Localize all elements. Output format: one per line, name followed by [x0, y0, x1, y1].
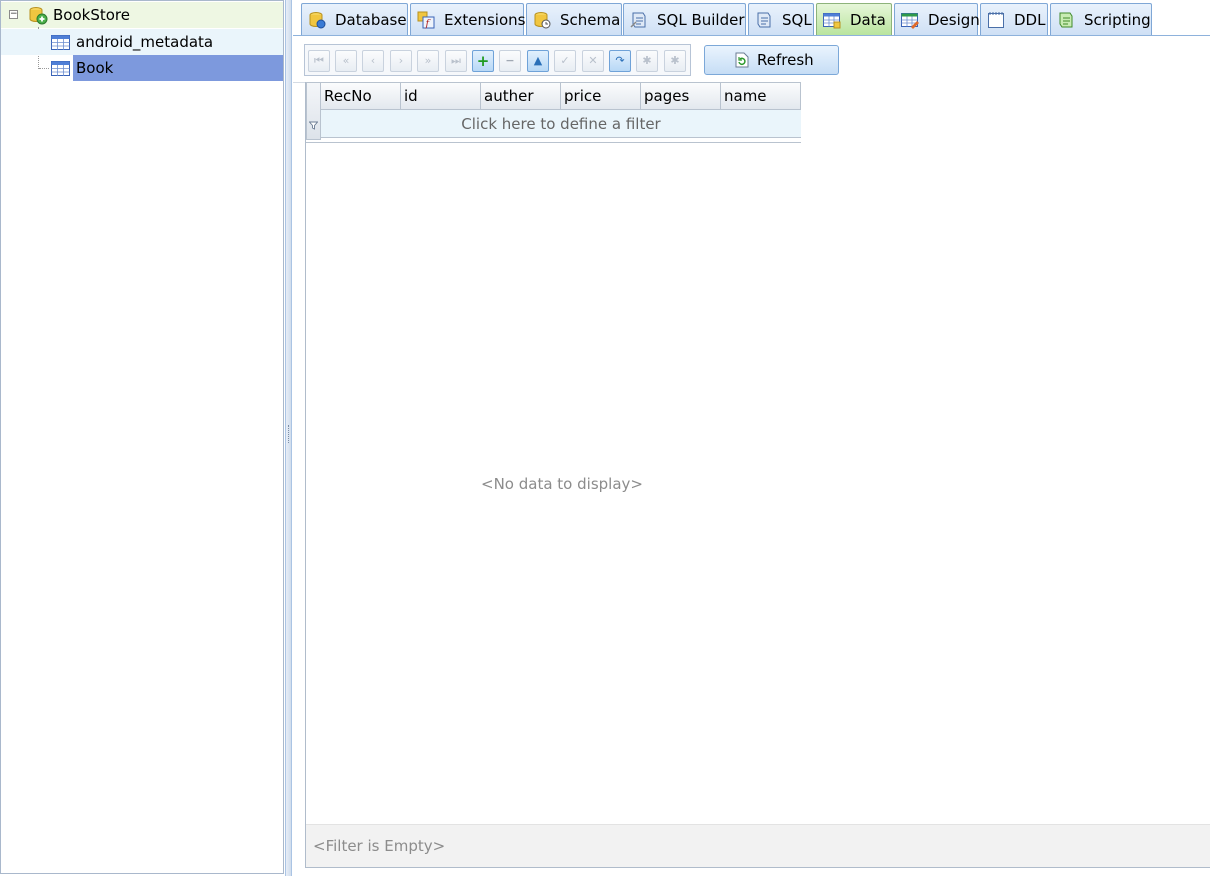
edit-record-button[interactable]: ▲ — [527, 50, 549, 72]
next-page-button[interactable]: » — [417, 50, 439, 72]
prior-record-button[interactable]: ‹ — [362, 50, 384, 72]
panel-splitter[interactable] — [285, 0, 292, 876]
filter-status-bar[interactable]: <Filter is Empty> — [306, 824, 1210, 867]
tab-sql[interactable]: SQL — [748, 3, 814, 35]
data-grid[interactable]: RecNo id auther price pages name Click h… — [305, 82, 1210, 868]
column-header-name[interactable]: name — [721, 82, 801, 110]
tab-sql-builder[interactable]: SQL Builder — [623, 3, 746, 35]
column-header-pages[interactable]: pages — [641, 82, 721, 110]
last-record-button[interactable]: ⏭ — [445, 50, 467, 72]
tab-database[interactable]: Database — [301, 3, 408, 35]
tab-data[interactable]: Data — [816, 3, 892, 35]
column-header-price[interactable]: price — [561, 82, 641, 110]
refresh-button[interactable]: Refresh — [704, 45, 839, 75]
refresh-icon — [735, 52, 749, 68]
extensions-icon: f — [417, 11, 435, 29]
tab-extensions[interactable]: f Extensions — [410, 3, 525, 35]
table-icon — [51, 35, 70, 50]
tab-schema[interactable]: Schema — [526, 3, 622, 35]
tree-label-android-metadata: android_metadata — [76, 33, 214, 51]
sql-icon — [757, 12, 771, 28]
grid-header: RecNo id auther price pages name — [306, 82, 802, 110]
next-record-button[interactable]: › — [390, 50, 412, 72]
data-table-icon — [823, 13, 841, 29]
first-record-button[interactable]: ⏮ — [308, 50, 330, 72]
empty-grid-message: <No data to display> — [481, 475, 643, 493]
design-icon — [901, 13, 919, 29]
goto-bookmark-button[interactable]: ✱ — [664, 50, 686, 72]
database-icon — [29, 7, 48, 25]
database-icon — [309, 12, 326, 29]
refresh-records-button[interactable]: ↷ — [609, 50, 631, 72]
post-edit-button[interactable]: ✓ — [554, 50, 576, 72]
tree-label-book: Book — [76, 59, 114, 77]
save-bookmark-button[interactable]: ✱ — [636, 50, 658, 72]
insert-record-button[interactable]: + — [472, 50, 494, 72]
tab-ddl[interactable]: DDL — [980, 3, 1048, 35]
splitter-grip — [288, 425, 290, 443]
ddl-icon — [988, 12, 1004, 28]
tab-strip: Database f Extensions Schema SQL Builder… — [301, 3, 1210, 36]
object-tree: − BookStore android_metadata Book — [0, 0, 284, 874]
filter-row[interactable]: Click here to define a filter — [321, 110, 801, 138]
grid-rows-end — [306, 139, 801, 143]
tab-scripting[interactable]: Scripting — [1050, 3, 1152, 35]
data-tab-content: ⏮ « ‹ › » ⏭ + − ▲ ✓ ✕ ↷ ✱ ✱ Refresh RecN… — [293, 36, 1210, 876]
tab-design[interactable]: Design — [894, 3, 980, 35]
delete-record-button[interactable]: − — [499, 50, 521, 72]
tree-node-book[interactable]: Book — [1, 55, 283, 81]
column-header-recno[interactable]: RecNo — [321, 82, 401, 110]
column-header-id[interactable]: id — [401, 82, 481, 110]
schema-icon — [534, 12, 551, 29]
prior-page-button[interactable]: « — [335, 50, 357, 72]
tree-node-bookstore[interactable]: − BookStore — [1, 2, 283, 28]
scripting-icon — [1059, 12, 1073, 28]
table-icon — [51, 61, 70, 76]
filter-funnel-icon — [309, 121, 318, 130]
cancel-edit-button[interactable]: ✕ — [582, 50, 604, 72]
collapse-icon[interactable]: − — [9, 10, 18, 19]
tree-node-android-metadata[interactable]: android_metadata — [1, 29, 283, 55]
navigator-toolbar: ⏮ « ‹ › » ⏭ + − ▲ ✓ ✕ ↷ ✱ ✱ — [304, 44, 691, 76]
tree-label-bookstore: BookStore — [53, 6, 130, 24]
column-header-auther[interactable]: auther — [481, 82, 561, 110]
sql-builder-icon — [630, 12, 646, 28]
